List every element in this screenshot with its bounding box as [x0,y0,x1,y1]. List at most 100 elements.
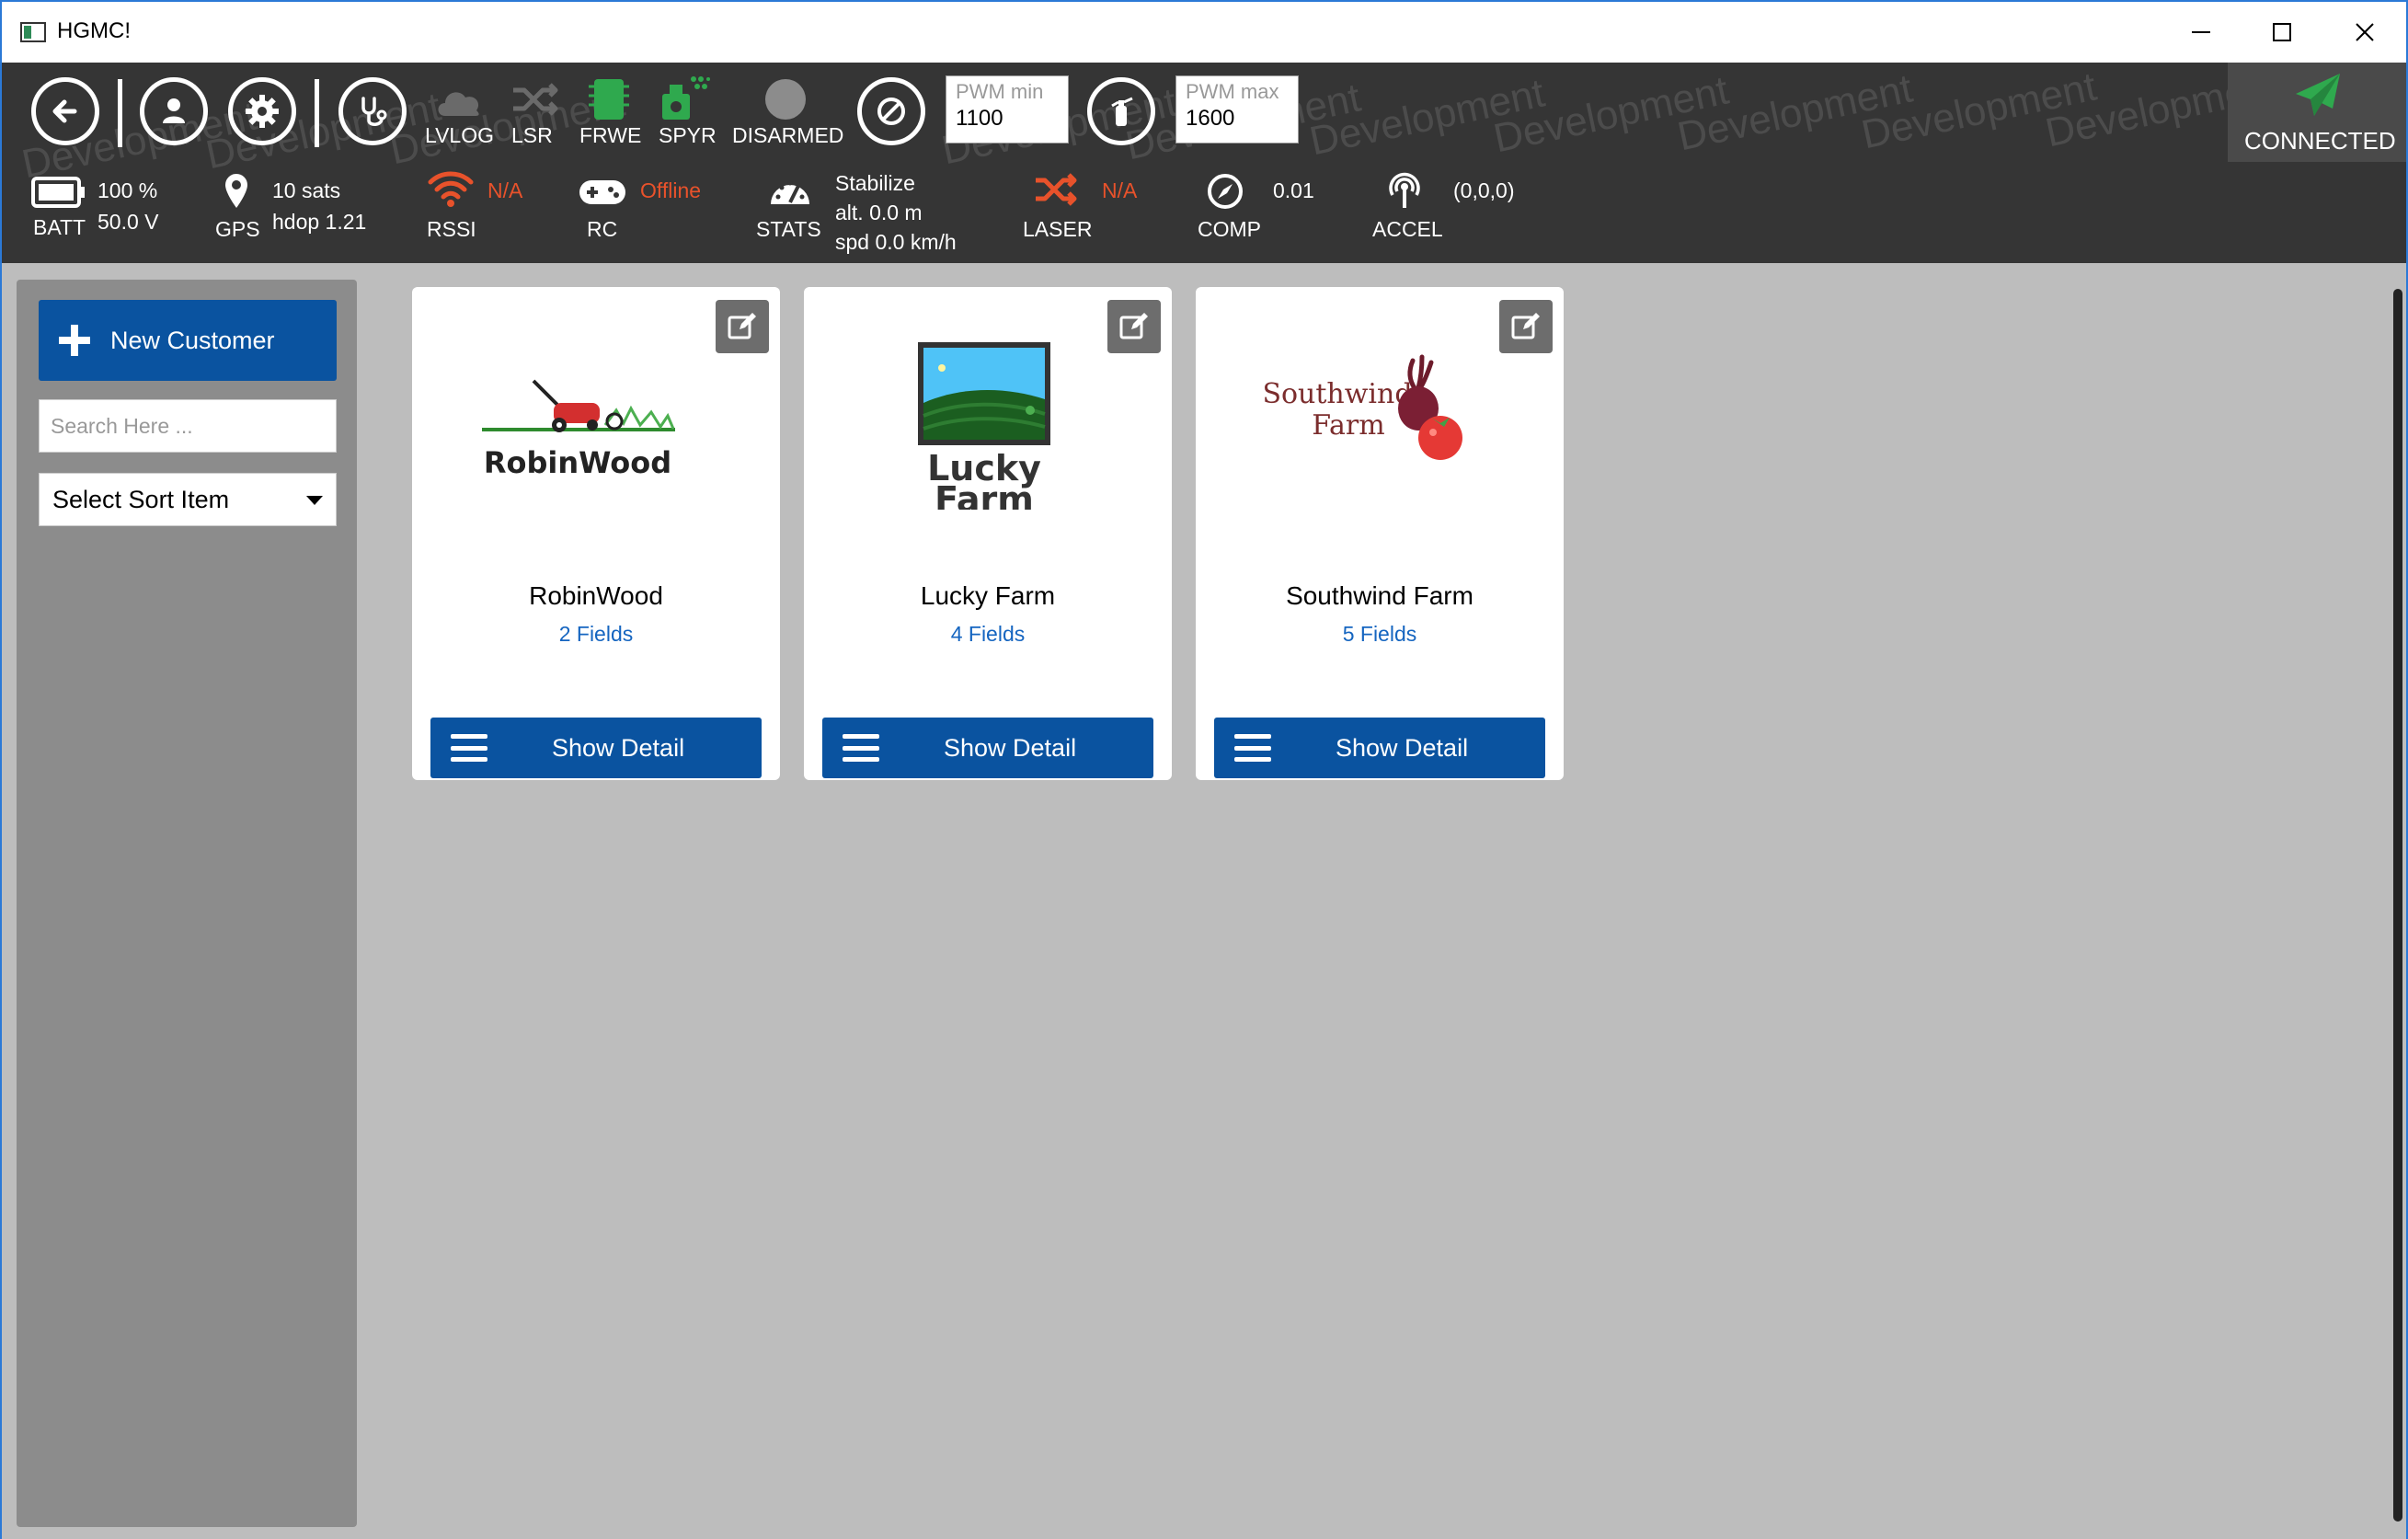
show-detail-button[interactable]: Show Detail [1214,718,1545,778]
back-button[interactable] [31,77,99,145]
dashboard-icon [771,180,809,204]
edit-button[interactable] [1107,300,1161,353]
rssi-value: N/A [487,178,523,202]
edit-icon [728,313,756,339]
show-detail-label: Show Detail [552,733,685,762]
gps-sats: 10 sats [272,178,341,202]
customer-fields-link[interactable]: 2 Fields [412,622,780,647]
disable-button[interactable] [857,77,925,145]
rc-value: Offline [640,178,702,202]
vertical-scrollbar[interactable] [2390,289,2404,1531]
southwind-logo-text-1: Southwind [1262,378,1412,410]
armed-status-icon [765,79,806,120]
connection-status: CONNECTED [2244,127,2396,155]
lvlog-label[interactable]: LVLOG [425,123,494,148]
southwind-farm-logo: Southwind Farm [1262,354,1462,460]
sort-select[interactable]: Select Sort Item [39,473,337,526]
window-title: HGMC! [57,18,131,43]
toolbar-divider [315,79,319,147]
minimize-button[interactable] [2160,2,2242,63]
customer-card: RobinWood RobinWood 2 Fields Show Detail [412,287,780,780]
show-detail-button[interactable]: Show Detail [430,718,762,778]
title-bar: HGMC! [2,2,2406,63]
laser-label: LASER [1023,217,1093,241]
customer-fields-link[interactable]: 5 Fields [1196,622,1564,647]
watermark: Development [1305,70,1549,165]
edit-icon [1119,313,1148,339]
laser-value: N/A [1102,178,1138,202]
gear-icon [246,95,279,128]
sprayer-icon [662,76,710,120]
settings-button[interactable] [228,77,296,145]
robinwood-logo-text: RobinWood [484,445,671,480]
chip-icon [589,79,629,120]
gamepad-icon [579,180,625,204]
app-icon [20,22,46,42]
pwm-min-value: 1100 [956,106,1003,131]
rssi-label: RSSI [427,217,476,241]
accel-label: ACCEL [1372,217,1443,241]
menu-icon [843,734,879,762]
armed-status-label[interactable]: DISARMED [732,123,843,148]
edit-icon [1511,313,1540,339]
lucky-farm-logo-text-2: Farm [935,479,1034,510]
diagnostics-button[interactable] [338,77,407,145]
scrollbar-thumb[interactable] [2393,289,2402,1522]
laser-shuffle-icon [1036,173,1077,206]
minimize-icon [2192,31,2210,33]
customer-card: Lucky Farm Lucky Farm 4 Fields Show Deta… [804,287,1172,780]
speed: spd 0.0 km/h [835,230,957,254]
watermark: Development [1489,67,1733,162]
accelerometer-icon [1389,172,1420,208]
sort-select-label: Select Sort Item [52,485,230,513]
sidebar: New Customer Select Sort Item [17,280,357,1527]
watermark: Development [1673,65,1917,160]
flight-mode: Stabilize [835,171,915,195]
customer-card: Southwind Farm Southwind Farm 5 Fields S… [1196,287,1564,780]
edit-button[interactable] [1499,300,1553,353]
show-detail-label: Show Detail [1336,733,1469,762]
accel-value: (0,0,0) [1453,178,1515,202]
shuffle-icon [513,83,558,116]
customer-name: Lucky Farm [920,581,1056,610]
battery-icon [31,177,85,208]
battery-voltage: 50.0 V [97,210,159,234]
location-pin-icon [225,174,247,208]
arrow-left-icon [52,99,77,123]
plus-icon [59,325,90,356]
pwm-min-placeholder: PWM min [956,80,1044,103]
edit-button[interactable] [716,300,769,353]
lucky-farm-logo: Lucky Farm [918,342,1050,510]
pwm-max-field[interactable]: PWM max 1600 [1175,75,1299,144]
customer-fields-link[interactable]: 4 Fields [804,622,1172,647]
main-content: New Customer Select Sort Item [2,263,2406,1539]
spyr-label[interactable]: SPYR [659,123,717,148]
new-customer-button[interactable]: New Customer [39,300,337,381]
cloud-icon [438,92,479,116]
customer-name: RobinWood [529,581,663,610]
pwm-max-placeholder: PWM max [1186,80,1279,103]
user-button[interactable] [140,77,208,145]
maximize-button[interactable] [2241,2,2323,63]
app-window: HGMC! Development Development Developmen… [0,0,2408,1539]
chevron-down-icon [306,496,323,505]
show-detail-label: Show Detail [944,733,1077,762]
gps-hdop: hdop 1.21 [272,210,367,234]
close-icon [2356,23,2374,41]
new-customer-label: New Customer [110,326,275,354]
toolbar: Development Development Development Deve… [2,63,2406,263]
connection-button[interactable]: CONNECTED [2228,63,2406,162]
stats-label: STATS [756,217,821,241]
search-input[interactable] [39,399,337,453]
lsr-label[interactable]: LSR [511,123,553,148]
fire-extinguisher-icon [1111,97,1133,126]
frwe-label[interactable]: FRWE [579,123,641,148]
toolbar-divider [118,79,122,147]
gps-label: GPS [215,217,260,241]
close-button[interactable] [2323,2,2406,63]
extinguisher-button[interactable] [1087,77,1155,145]
show-detail-button[interactable]: Show Detail [822,718,1153,778]
battery-label: BATT [33,215,86,239]
pwm-min-field[interactable]: PWM min 1100 [946,75,1069,144]
altitude: alt. 0.0 m [835,201,923,224]
